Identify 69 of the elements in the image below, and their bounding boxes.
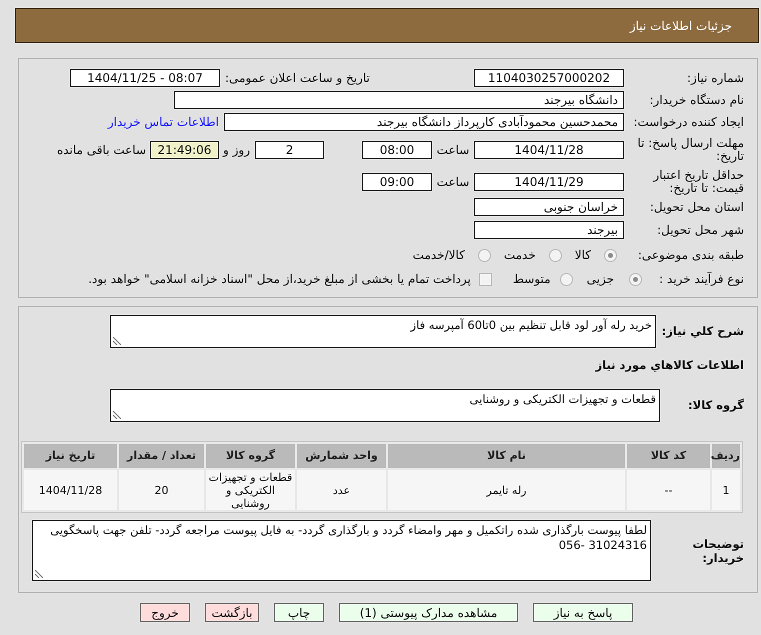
table-cell: 1404/11/28 <box>24 470 117 510</box>
field-label: شرح کلي نیاز: <box>660 322 744 340</box>
column-header: کد کالا <box>627 444 710 468</box>
field-label: شهر محل تحویل: <box>656 224 744 236</box>
summary-textarea[interactable]: خرید رله آور لود قابل تنظیم بین 0تا60 آمپرسه فاز <box>110 315 656 348</box>
validity-date-field[interactable]: 1404/11/29 <box>474 173 624 191</box>
field-label: حداقل تاریخ اعتبار قیمت: تا تاریخ: <box>652 169 744 195</box>
field-label: ساعت باقی مانده <box>56 142 146 159</box>
field-label: استان محل تحویل: <box>648 200 744 214</box>
action-button[interactable]: مشاهده مدارک پیوستی (1) <box>339 603 518 622</box>
column-header: نام کالا <box>388 444 625 468</box>
table-cell: قطعات و تجهیزات الکتریکی و روشنایی <box>206 470 295 510</box>
radio-label: خدمت <box>504 247 536 264</box>
validity-time-field[interactable]: 09:00 <box>362 173 432 191</box>
radio-label: متوسط <box>512 271 551 288</box>
days-field[interactable]: 2 <box>255 141 324 159</box>
resize-grip-icon[interactable] <box>113 411 121 420</box>
field-label: توضیحات خریدار: <box>692 536 744 565</box>
page-title: جزئیات اطلاعات نیاز <box>630 18 732 34</box>
checkbox[interactable] <box>478 272 492 286</box>
field-label: روز و <box>223 142 250 159</box>
column-header: واحد شمارش <box>297 444 386 468</box>
field-label: ایجاد کننده درخواست: <box>632 116 744 128</box>
section-heading: اطلاعات کالاهاي مورد نیاز <box>596 357 744 374</box>
radio-label: کالا/خدمت <box>412 247 465 264</box>
column-header: گروه کالا <box>206 444 295 468</box>
contact-link[interactable]: اطلاعات تماس خریدار <box>108 113 219 131</box>
field-label: ساعت <box>436 174 470 191</box>
table-cell: 20 <box>119 470 204 510</box>
column-header: تعداد / مقدار <box>119 444 204 468</box>
field-label: شماره نیاز: <box>686 72 744 84</box>
need-number-field[interactable]: 1104030257000202 <box>474 69 624 87</box>
radio[interactable] <box>629 272 642 286</box>
table-cell: رله تایمر <box>388 470 625 510</box>
field-label: طبقه بندی موضوعی: <box>636 248 744 262</box>
buyer-notes-textarea[interactable]: لطفا پیوست بارگذاری شده راتکمیل و مهر وامضاء گردد و بارگذاری گردد- به فایل پیوست مراجعه گردد- تلفن جهت پاسخگویی 31024316 -056 <box>32 520 651 582</box>
buyer-organization-field[interactable]: دانشگاه بیرجند <box>174 91 624 109</box>
radio[interactable] <box>548 248 562 262</box>
resize-grip-icon[interactable] <box>113 337 121 345</box>
table-cell: 1 <box>712 470 740 510</box>
radio[interactable] <box>560 272 573 286</box>
table-cell: -- <box>627 470 710 510</box>
requester-field[interactable]: محمدحسین محمودآبادی کارپرداز دانشگاه بیرجند <box>224 113 624 131</box>
announcement-date-field[interactable]: 1404/11/25 - 08:07 <box>70 69 220 87</box>
resize-grip-icon[interactable] <box>35 570 43 578</box>
action-button[interactable]: خروج <box>140 603 190 622</box>
radio-label: جزیی <box>586 271 614 288</box>
goods-group-textarea[interactable]: قطعات و تجهیزات الکتریکی و روشنایی <box>110 389 660 422</box>
checkbox-label: پرداخت تمام یا بخشی از مبلغ خرید،از محل "اسناد خزانه اسلامی" خواهد بود. <box>88 271 471 288</box>
radio[interactable] <box>604 248 617 262</box>
field-label: نوع فرآیند خرید : <box>658 272 744 286</box>
action-button[interactable]: چاپ <box>274 603 324 622</box>
column-header: تاریخ نیاز <box>24 444 117 468</box>
field-label: نام دستگاه خریدار: <box>648 94 744 106</box>
column-header: ردیف <box>712 444 740 468</box>
city-field[interactable]: بیرجند <box>474 221 624 239</box>
field-label: ساعت <box>436 142 470 159</box>
radio[interactable] <box>478 248 491 262</box>
remaining-time-field[interactable]: 21:49:06 <box>150 141 219 159</box>
table-cell: عدد <box>297 470 386 510</box>
deadline-time-field[interactable]: 08:00 <box>362 141 432 159</box>
action-button[interactable]: پاسخ به نیاز <box>533 603 633 622</box>
action-button[interactable]: بازگشت <box>205 603 259 622</box>
radio-label: کالا <box>574 247 591 264</box>
field-label: گروه کالا: <box>687 397 744 414</box>
field-label: تاریخ و ساعت اعلان عمومی: <box>225 70 370 87</box>
field-label: مهلت ارسال پاسخ: تا تاریخ: <box>636 137 744 163</box>
province-field[interactable]: خراسان جنوبی <box>474 198 624 216</box>
deadline-date-field[interactable]: 1404/11/28 <box>474 141 624 159</box>
